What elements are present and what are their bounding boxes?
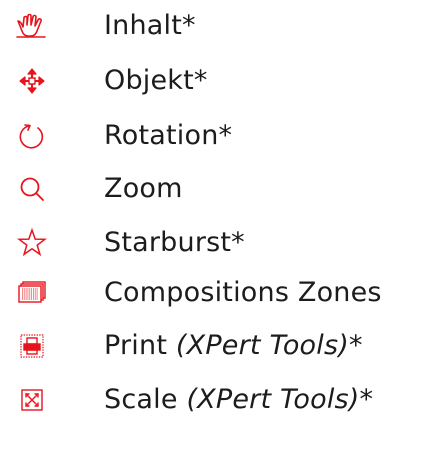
tool-note: (XPert Tools)* bbox=[186, 384, 374, 415]
magnifier-icon bbox=[10, 163, 54, 215]
tool-label-text: Scale bbox=[104, 384, 187, 415]
scale-icon bbox=[10, 374, 54, 426]
tool-label-text: Starburst* bbox=[104, 227, 245, 258]
hand-icon bbox=[10, 0, 54, 52]
tool-label: Zoom bbox=[104, 163, 183, 215]
tool-label-text: Zoom bbox=[104, 173, 183, 204]
tool-item-objekt[interactable]: Objekt* bbox=[0, 55, 425, 107]
move-arrows-icon bbox=[10, 55, 54, 107]
tool-label: Print (XPert Tools)* bbox=[104, 320, 363, 372]
tool-label: Scale (XPert Tools)* bbox=[104, 374, 373, 426]
tool-item-zoom[interactable]: Zoom bbox=[0, 163, 425, 215]
tool-item-scale[interactable]: Scale (XPert Tools)* bbox=[0, 374, 425, 426]
tool-note: (XPert Tools)* bbox=[175, 330, 363, 361]
star-icon bbox=[10, 217, 54, 269]
tool-label-text: Print bbox=[104, 330, 176, 361]
tool-label: Objekt* bbox=[104, 55, 208, 107]
tool-label-text: Compositions Zones bbox=[104, 277, 382, 308]
tool-label: Starburst* bbox=[104, 217, 245, 269]
tool-label-text: Objekt* bbox=[104, 65, 208, 96]
tool-label: Rotation* bbox=[104, 110, 232, 162]
tool-item-inhalt[interactable]: Inhalt* bbox=[0, 0, 425, 52]
composition-zones-icon bbox=[10, 267, 54, 319]
tool-item-print[interactable]: Print (XPert Tools)* bbox=[0, 320, 425, 372]
tool-label-text: Inhalt* bbox=[104, 10, 196, 41]
tool-item-compositions-zones[interactable]: Compositions Zones bbox=[0, 267, 425, 319]
tool-label: Inhalt* bbox=[104, 0, 196, 52]
tool-item-rotation[interactable]: Rotation* bbox=[0, 110, 425, 162]
tool-list: Inhalt* Objekt* Rotation* Zoom Starburst… bbox=[0, 0, 425, 452]
tool-label: Compositions Zones bbox=[104, 267, 382, 319]
rotate-icon bbox=[10, 110, 54, 162]
print-icon bbox=[10, 320, 54, 372]
tool-label-text: Rotation* bbox=[104, 120, 233, 151]
tool-item-starburst[interactable]: Starburst* bbox=[0, 217, 425, 269]
